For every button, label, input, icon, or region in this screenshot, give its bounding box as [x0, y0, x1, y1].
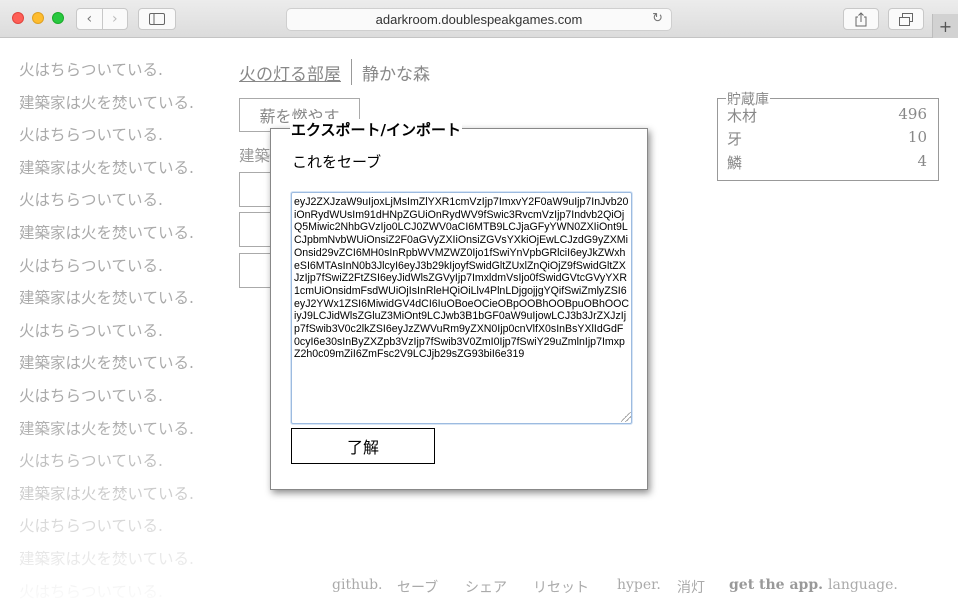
zoom-window-button[interactable] — [52, 12, 64, 24]
notification-item: 火はちらついている. — [19, 256, 163, 275]
close-window-button[interactable] — [12, 12, 24, 24]
navigation-buttons: ‹ › — [76, 8, 128, 30]
sidebar-toggle-icon[interactable] — [138, 8, 176, 30]
notification-item: 火はちらついている. — [19, 126, 163, 145]
notification-item: 火はちらついている. — [19, 582, 163, 601]
notification-item: 火はちらついている. — [19, 386, 163, 405]
notification-item: 建築家は火を焚いている. — [19, 549, 194, 568]
notifications-log: 火はちらついている. 建築家は火を焚いている. 火はちらついている. 建築家は火を焚い… — [19, 58, 219, 611]
new-tab-icon[interactable]: + — [932, 14, 958, 38]
notification-item: 建築家は火を焚いている. — [19, 289, 194, 308]
notification-item: 建築家は火を焚いている. — [19, 484, 194, 503]
notification-item: 火はちらついている. — [19, 321, 163, 340]
reload-icon[interactable]: ↻ — [652, 11, 663, 26]
header-divider — [351, 59, 352, 85]
footer-save-link[interactable]: セーブ — [397, 577, 438, 597]
notification-item: 建築家は火を焚いている. — [19, 419, 194, 438]
resize-handle-icon[interactable] — [621, 412, 631, 422]
footer-github-link[interactable]: github. — [332, 577, 383, 593]
forward-icon[interactable]: › — [101, 9, 128, 29]
build-label: 建築 — [239, 147, 271, 165]
minimize-window-button[interactable] — [32, 12, 44, 24]
notification-item: 建築家は火を焚いている. — [19, 223, 194, 242]
browser-toolbar: ‹ › adarkroom.doublespeakgames.com ↻ + — [0, 0, 958, 38]
footer-language-link[interactable]: language. — [828, 577, 898, 593]
store-count: 4 — [917, 152, 927, 170]
footer-hyper-link[interactable]: hyper. — [617, 577, 661, 593]
store-row: 牙 10 — [727, 128, 927, 149]
dialog-description: これをセーブ — [292, 153, 382, 171]
ok-label: 了解 — [346, 438, 379, 457]
url-text: adarkroom.doublespeakgames.com — [375, 12, 583, 27]
store-row: 木材 496 — [727, 105, 927, 126]
footer-share-link[interactable]: シェア — [465, 577, 507, 597]
share-icon[interactable] — [843, 8, 879, 30]
store-name: 鱗 — [727, 154, 743, 172]
footer-get-app-link[interactable]: get the app. — [729, 577, 823, 593]
notification-item: 火はちらついている. — [19, 61, 163, 79]
notification-item: 建築家は火を焚いている. — [19, 354, 194, 373]
store-row: 鱗 4 — [727, 152, 927, 173]
tab-forest[interactable]: 静かな森 — [362, 60, 430, 85]
footer-reset-link[interactable]: リセット — [533, 577, 589, 597]
notification-item: 火はちらついている. — [19, 517, 163, 536]
dialog-title: エクスポート/インポート — [290, 119, 463, 140]
store-name: 木材 — [727, 107, 758, 125]
notification-item: 建築家は火を焚いている. — [19, 158, 194, 177]
store-count: 10 — [907, 128, 927, 146]
location-header: 火の灯る部屋 静かな森 — [239, 59, 430, 85]
notification-item: 火はちらついている. — [19, 452, 163, 471]
tabs-overview-icon[interactable] — [888, 8, 924, 30]
notification-item: 火はちらついている. — [19, 191, 163, 210]
tab-room[interactable]: 火の灯る部屋 — [239, 60, 341, 85]
save-string-textarea[interactable]: eyJ2ZXJzaW9uIjoxLjMsImZlYXR1cmVzIjp7Imxv… — [291, 192, 632, 424]
store-count: 496 — [898, 105, 927, 123]
store-name: 牙 — [727, 130, 743, 148]
footer-lights-off-link[interactable]: 消灯 — [677, 577, 705, 597]
back-icon[interactable]: ‹ — [77, 9, 102, 29]
ok-button[interactable]: 了解 — [291, 428, 435, 464]
notification-item: 建築家は火を焚いている. — [19, 93, 194, 112]
address-bar[interactable]: adarkroom.doublespeakgames.com ↻ — [286, 8, 672, 31]
